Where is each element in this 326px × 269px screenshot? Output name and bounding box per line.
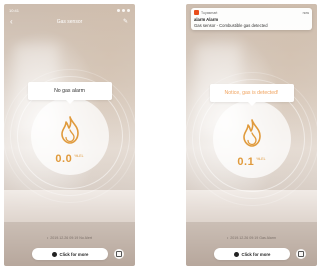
record-dot-icon (51, 251, 57, 257)
gas-reading-value: 0.0 (55, 153, 73, 165)
last-record: 2019.12.26 09:19 Gas Alarm (186, 236, 317, 240)
gas-reading-unit: %LEL (256, 157, 266, 161)
notification-header: Tuyasmart now (194, 10, 309, 15)
gas-reading: 0.1 %LEL (237, 152, 265, 170)
click-for-more-label: Click for more (59, 251, 89, 257)
status-callout: Notice, gas is detected! (209, 84, 294, 102)
side-action-button[interactable] (296, 249, 306, 259)
status-callout-text: Notice, gas is detected! (224, 90, 279, 96)
push-notification[interactable]: Tuyasmart now alarm Alarm Gas sensor - C… (191, 8, 312, 30)
record-dot-icon (233, 251, 239, 257)
phone-screen-alarm: Tuyasmart now alarm Alarm Gas sensor - C… (186, 4, 317, 266)
phone-screen-normal: 10:41 ‹ Gas sensor ✎ No gas alarm 0.0 %LE… (4, 4, 135, 266)
gas-reading: 0.0 %LEL (55, 149, 83, 167)
status-callout-text: No gas alarm (54, 88, 85, 94)
status-indicators (117, 8, 130, 12)
status-time: 10:41 (9, 7, 20, 13)
square-icon (116, 251, 122, 257)
status-callout: No gas alarm (27, 82, 112, 100)
click-for-more-label: Click for more (241, 251, 271, 257)
notification-time: now (302, 10, 309, 15)
pencil-icon[interactable]: ✎ (123, 18, 128, 26)
last-record: 2019.12.26 09:19 No Alert (4, 236, 135, 240)
notification-app-name: Tuyasmart (201, 10, 218, 15)
status-bar: 10:41 (9, 6, 130, 14)
side-action-button[interactable] (114, 249, 124, 259)
click-for-more-button[interactable]: Click for more (214, 248, 290, 260)
notification-title: alarm Alarm (194, 17, 219, 22)
gas-reading-unit: %LEL (74, 154, 84, 158)
nav-title: Gas sensor (56, 19, 83, 25)
nav-bar: ‹ Gas sensor ✎ (4, 16, 135, 28)
square-icon (298, 251, 304, 257)
app-icon (194, 10, 199, 15)
click-for-more-button[interactable]: Click for more (32, 248, 108, 260)
flame-icon (242, 119, 261, 147)
flame-icon (60, 116, 79, 144)
notification-body: Gas sensor - Combustible gas detected (194, 23, 268, 28)
chevron-left-icon[interactable]: ‹ (10, 18, 13, 26)
gas-reading-value: 0.1 (237, 156, 255, 168)
